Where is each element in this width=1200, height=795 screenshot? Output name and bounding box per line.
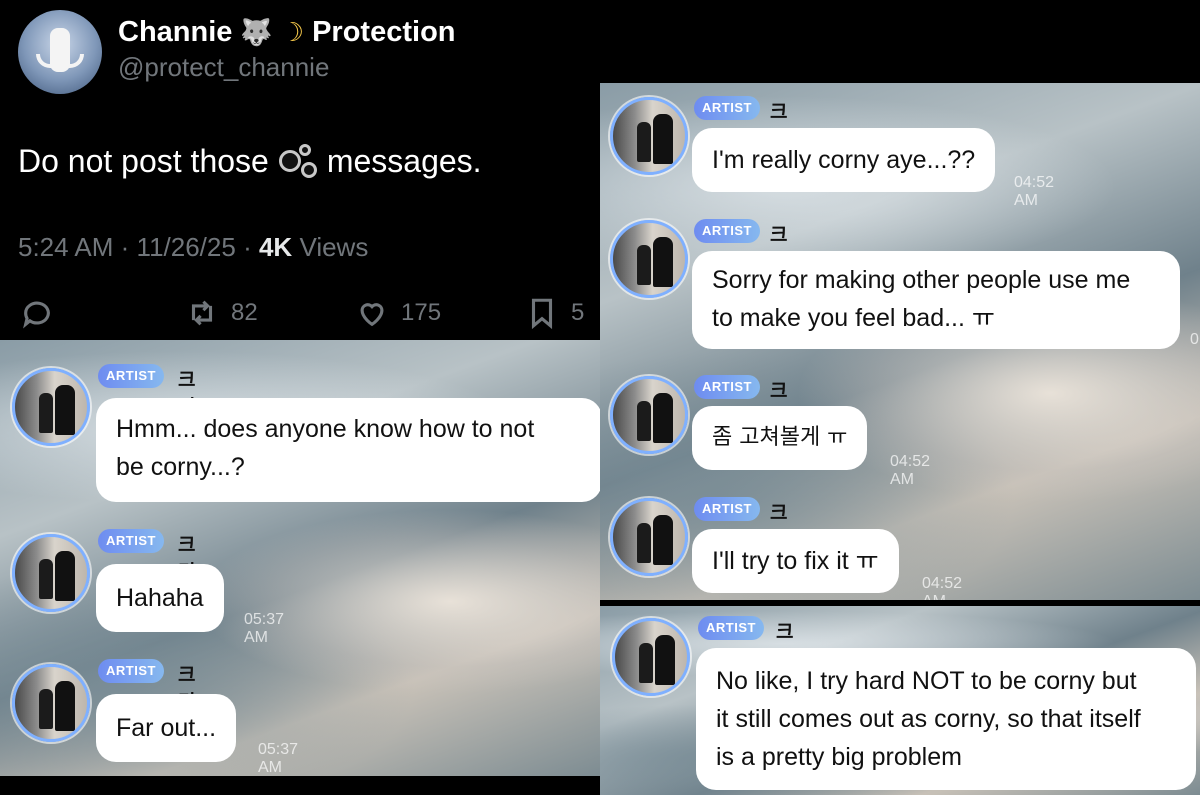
tweet: Channie 🐺 ☽ Protection @protect_channie …	[0, 0, 600, 340]
avatar[interactable]	[610, 97, 688, 175]
display-name-suffix[interactable]: Protection	[312, 16, 455, 49]
message-line: be corny...?	[116, 453, 245, 481]
tweet-meta: 5:24 AM · 11/26/25 · 4K Views	[18, 232, 368, 263]
views-count: 4K	[258, 232, 293, 262]
message-bubble[interactable]: Far out...	[96, 694, 237, 762]
retweet-icon	[191, 300, 213, 326]
bookmark-button[interactable]: 5	[525, 296, 584, 330]
avatar[interactable]	[18, 10, 102, 94]
avatar[interactable]	[612, 618, 690, 696]
message-line: Far out...	[116, 714, 217, 742]
like-count: 175	[401, 299, 442, 326]
message-line: Sorry for making other people use me	[712, 266, 1131, 294]
user-handle[interactable]: @protect_channie	[118, 52, 329, 83]
artist-badge: ARTIST	[694, 497, 760, 521]
bookmark-count: 5	[571, 299, 585, 326]
message-line: is a pretty big problem	[716, 743, 962, 771]
reply-icon	[23, 301, 50, 329]
artist-badge: ARTIST	[98, 529, 164, 553]
message-bubble[interactable]: Hahaha	[96, 564, 224, 632]
avatar[interactable]	[12, 534, 90, 612]
meta-separator: ·	[120, 232, 130, 262]
tweet-text: Do not post those messages.	[18, 142, 482, 180]
reply-button[interactable]	[20, 296, 54, 330]
views-label: Views	[299, 232, 369, 262]
message-time: 0	[1190, 331, 1199, 348]
artist-badge: ARTIST	[98, 659, 164, 683]
message-line: to make you feel bad... ㅠ	[712, 304, 995, 332]
meta-separator: ·	[243, 232, 252, 262]
chat-panel-right-bottom: ARTIST 크리뜨 No like, I try hard NOT to be…	[600, 606, 1200, 795]
message-time: 04:52 AM	[922, 575, 963, 600]
message-bubble[interactable]: 좀 고쳐볼게 ㅠ	[692, 406, 868, 470]
display-name[interactable]: Channie	[118, 16, 232, 49]
message-line: I'm really corny aye...??	[712, 146, 976, 174]
like-button[interactable]: 175	[355, 296, 441, 330]
avatar-figure-arms	[36, 54, 84, 68]
message-time: 04:52 AM	[890, 453, 931, 488]
message-bubble[interactable]: Hmm... does anyone know how to not be co…	[96, 398, 600, 502]
crescent-moon-icon: ☽	[280, 17, 305, 47]
message-bubble[interactable]: I'll try to fix it ㅠ	[692, 529, 899, 593]
chat-panel-right-top: ARTIST 크리뜨 I'm really corny aye...?? 04:…	[600, 83, 1200, 600]
artist-badge: ARTIST	[98, 364, 164, 388]
avatar[interactable]	[12, 368, 90, 446]
avatar[interactable]	[610, 376, 688, 454]
message-time: 05:37 AM	[244, 611, 285, 646]
message-line: Hmm... does anyone know how to not	[116, 415, 535, 443]
message-bubble[interactable]: Sorry for making other people use me to …	[692, 251, 1180, 349]
bookmark-icon	[531, 298, 553, 330]
tweet-time[interactable]: 5:24 AM	[18, 232, 113, 262]
artist-badge: ARTIST	[694, 219, 760, 243]
avatar[interactable]	[12, 664, 90, 742]
tweet-actions: 82 175 5	[0, 296, 600, 336]
message-time: 04:52 AM	[1014, 174, 1055, 209]
message-bubble[interactable]: I'm really corny aye...??	[692, 128, 996, 192]
artist-badge: ARTIST	[694, 375, 760, 399]
retweet-button[interactable]: 82	[185, 296, 258, 330]
message-line: 좀 고쳐볼게 ㅠ	[712, 425, 848, 450]
message-line: I'll try to fix it ㅠ	[712, 547, 879, 575]
artist-badge: ARTIST	[694, 96, 760, 120]
bubbles-icon	[278, 142, 317, 180]
artist-badge: ARTIST	[698, 616, 764, 640]
message-time: 05:37 AM	[258, 741, 299, 776]
tweet-date[interactable]: 11/26/25	[137, 232, 236, 262]
tweet-text-before: Do not post those	[18, 142, 269, 179]
message-line: No like, I try hard NOT to be corny but	[716, 667, 1137, 695]
chat-panel-left: ARTIST 크리뜨 Hmm... does anyone know how t…	[0, 340, 600, 776]
retweet-count: 82	[231, 299, 258, 326]
message-line: it still comes out as corny, so that its…	[716, 705, 1141, 733]
avatar[interactable]	[610, 498, 688, 576]
wolf-icon: 🐺	[240, 17, 273, 47]
avatar[interactable]	[610, 220, 688, 298]
message-line: Hahaha	[116, 584, 204, 612]
heart-icon	[360, 303, 384, 327]
display-name-row[interactable]: Channie 🐺 ☽ Protection	[118, 16, 456, 49]
message-bubble[interactable]: No like, I try hard NOT to be corny but …	[696, 648, 1196, 790]
tweet-text-after: messages.	[326, 142, 482, 179]
